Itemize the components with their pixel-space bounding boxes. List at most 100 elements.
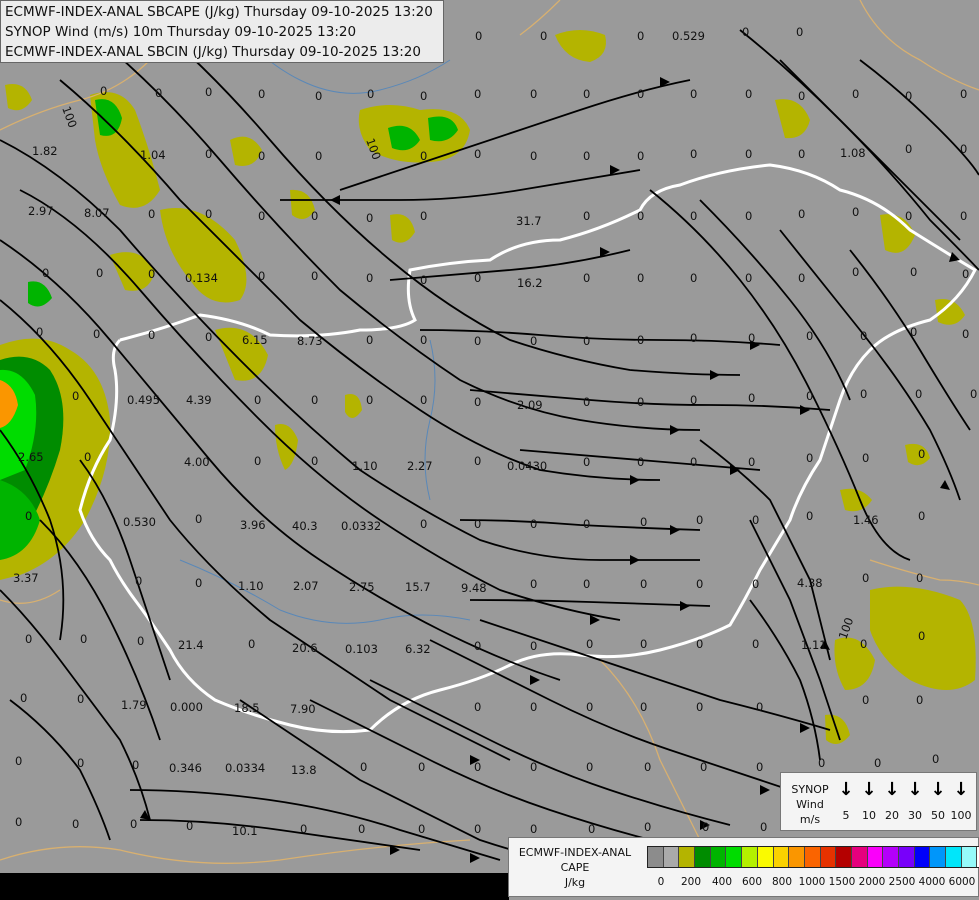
cin-zero-label: 0	[474, 87, 481, 101]
cin-zero-label: 0	[205, 147, 212, 161]
cin-zero-label: 0	[756, 760, 763, 774]
cin-label: 4.39	[186, 393, 212, 407]
cape-color-swatch	[914, 847, 931, 867]
cin-zero-label: 0	[420, 273, 427, 287]
cin-label: 0.0332	[341, 519, 381, 533]
cin-zero-label: 0	[962, 267, 969, 281]
cin-zero-label: 0	[798, 89, 805, 103]
cin-zero-label: 0	[77, 756, 84, 770]
cin-zero-label: 0	[205, 330, 212, 344]
cin-label: 13.8	[291, 763, 317, 777]
cin-zero-label: 0	[742, 25, 749, 39]
cape-tick-label: 2000	[858, 876, 886, 888]
cin-zero-label: 0	[745, 87, 752, 101]
cin-zero-label: 0	[700, 760, 707, 774]
cin-zero-label: 0	[418, 760, 425, 774]
cin-zero-label: 0	[420, 89, 427, 103]
cin-zero-label: 0	[195, 576, 202, 590]
cin-label: 20.6	[292, 641, 318, 655]
cape-color-swatch	[851, 847, 868, 867]
cin-zero-label: 0	[530, 149, 537, 163]
cin-zero-label: 0	[852, 87, 859, 101]
cin-zero-label: 0	[148, 328, 155, 342]
cin-zero-label: 0	[205, 85, 212, 99]
cin-zero-label: 0	[748, 391, 755, 405]
cape-legend-label: ECMWF-INDEX-ANAL CAPE J/kg	[518, 846, 632, 889]
cin-zero-label: 0	[637, 149, 644, 163]
cin-zero-label: 0	[905, 142, 912, 156]
title-wind: SYNOP Wind (m/s) 10m Thursday 09-10-2025…	[5, 24, 357, 40]
cin-zero-label: 0	[474, 147, 481, 161]
cape-color-swatch	[930, 847, 947, 867]
cin-zero-label: 0	[796, 25, 803, 39]
cin-zero-label: 0	[932, 752, 939, 766]
title-cin: ECMWF-INDEX-ANAL SBCIN (J/kg) Thursday 0…	[5, 44, 421, 60]
cape-color-swatch	[726, 847, 743, 867]
cin-zero-label: 0	[72, 817, 79, 831]
cape-tick-label: 600	[741, 876, 763, 888]
cin-zero-label: 0	[366, 271, 373, 285]
cin-label: 0.0430	[507, 459, 547, 473]
cin-label: 1.46	[853, 513, 879, 527]
cape-tick-label: 1000	[798, 876, 826, 888]
cin-zero-label: 0	[806, 509, 813, 523]
cin-label: 0.000	[170, 700, 203, 714]
cape-tick-label: 800	[771, 876, 793, 888]
cin-zero-label: 0	[696, 637, 703, 651]
cin-zero-label: 0	[540, 29, 547, 43]
wind-legend-item: ↓ 20	[881, 779, 903, 822]
cape-color-swatch	[961, 847, 978, 867]
cin-zero-label: 0	[860, 329, 867, 343]
cape-color-swatch	[757, 847, 774, 867]
wind-legend-label: SYNOP Wind m/s	[791, 783, 829, 826]
cin-zero-label: 0	[806, 389, 813, 403]
wind-legend-item: ↓ 50	[927, 779, 949, 822]
cin-zero-label: 0	[25, 632, 32, 646]
cin-zero-label: 0	[36, 325, 43, 339]
cin-zero-label: 0	[644, 820, 651, 834]
cin-zero-label: 0	[745, 271, 752, 285]
cin-zero-label: 0	[640, 515, 647, 529]
cin-zero-label: 0	[258, 209, 265, 223]
cin-zero-label: 0	[300, 822, 307, 836]
cin-label: 0.529	[672, 29, 705, 43]
arrow-down-icon: ↓	[953, 779, 969, 800]
cin-zero-label: 0	[248, 637, 255, 651]
cin-zero-label: 0	[637, 29, 644, 43]
cape-color-swatch	[789, 847, 805, 867]
cin-label: 2.97	[28, 204, 54, 218]
cin-zero-label: 0	[474, 822, 481, 836]
cin-label: 0.495	[127, 393, 160, 407]
cin-zero-label: 0	[702, 820, 709, 834]
cin-zero-label: 0	[690, 147, 697, 161]
cin-zero-label: 0	[748, 455, 755, 469]
cin-zero-label: 0	[696, 700, 703, 714]
cin-zero-label: 0	[475, 29, 482, 43]
cin-zero-label: 0	[862, 571, 869, 585]
cin-label: 1.79	[121, 698, 147, 712]
cin-label: 8.73	[297, 334, 323, 348]
cape-tick-label: 6000	[948, 876, 976, 888]
cin-zero-label: 0	[195, 512, 202, 526]
cin-zero-label: 0	[745, 209, 752, 223]
cin-zero-label: 0	[254, 454, 261, 468]
cin-zero-label: 0	[970, 387, 977, 401]
cin-zero-label: 0	[690, 209, 697, 223]
cin-zero-label: 0	[588, 822, 595, 836]
cin-zero-label: 0	[756, 700, 763, 714]
cin-zero-label: 0	[905, 209, 912, 223]
cin-zero-label: 0	[918, 509, 925, 523]
cape-color-swatch	[710, 847, 727, 867]
cape-color-swatch	[742, 847, 758, 867]
cin-label: 16.2	[517, 276, 543, 290]
cape-tick-label: 1500	[828, 876, 856, 888]
cape-color-scale	[647, 846, 979, 868]
cape-color-swatch	[773, 847, 790, 867]
cin-zero-label: 0	[360, 760, 367, 774]
cin-zero-label: 0	[474, 454, 481, 468]
cin-zero-label: 0	[205, 207, 212, 221]
cin-zero-label: 0	[93, 327, 100, 341]
cin-zero-label: 0	[474, 639, 481, 653]
cin-zero-label: 0	[960, 209, 967, 223]
cin-zero-label: 0	[905, 89, 912, 103]
